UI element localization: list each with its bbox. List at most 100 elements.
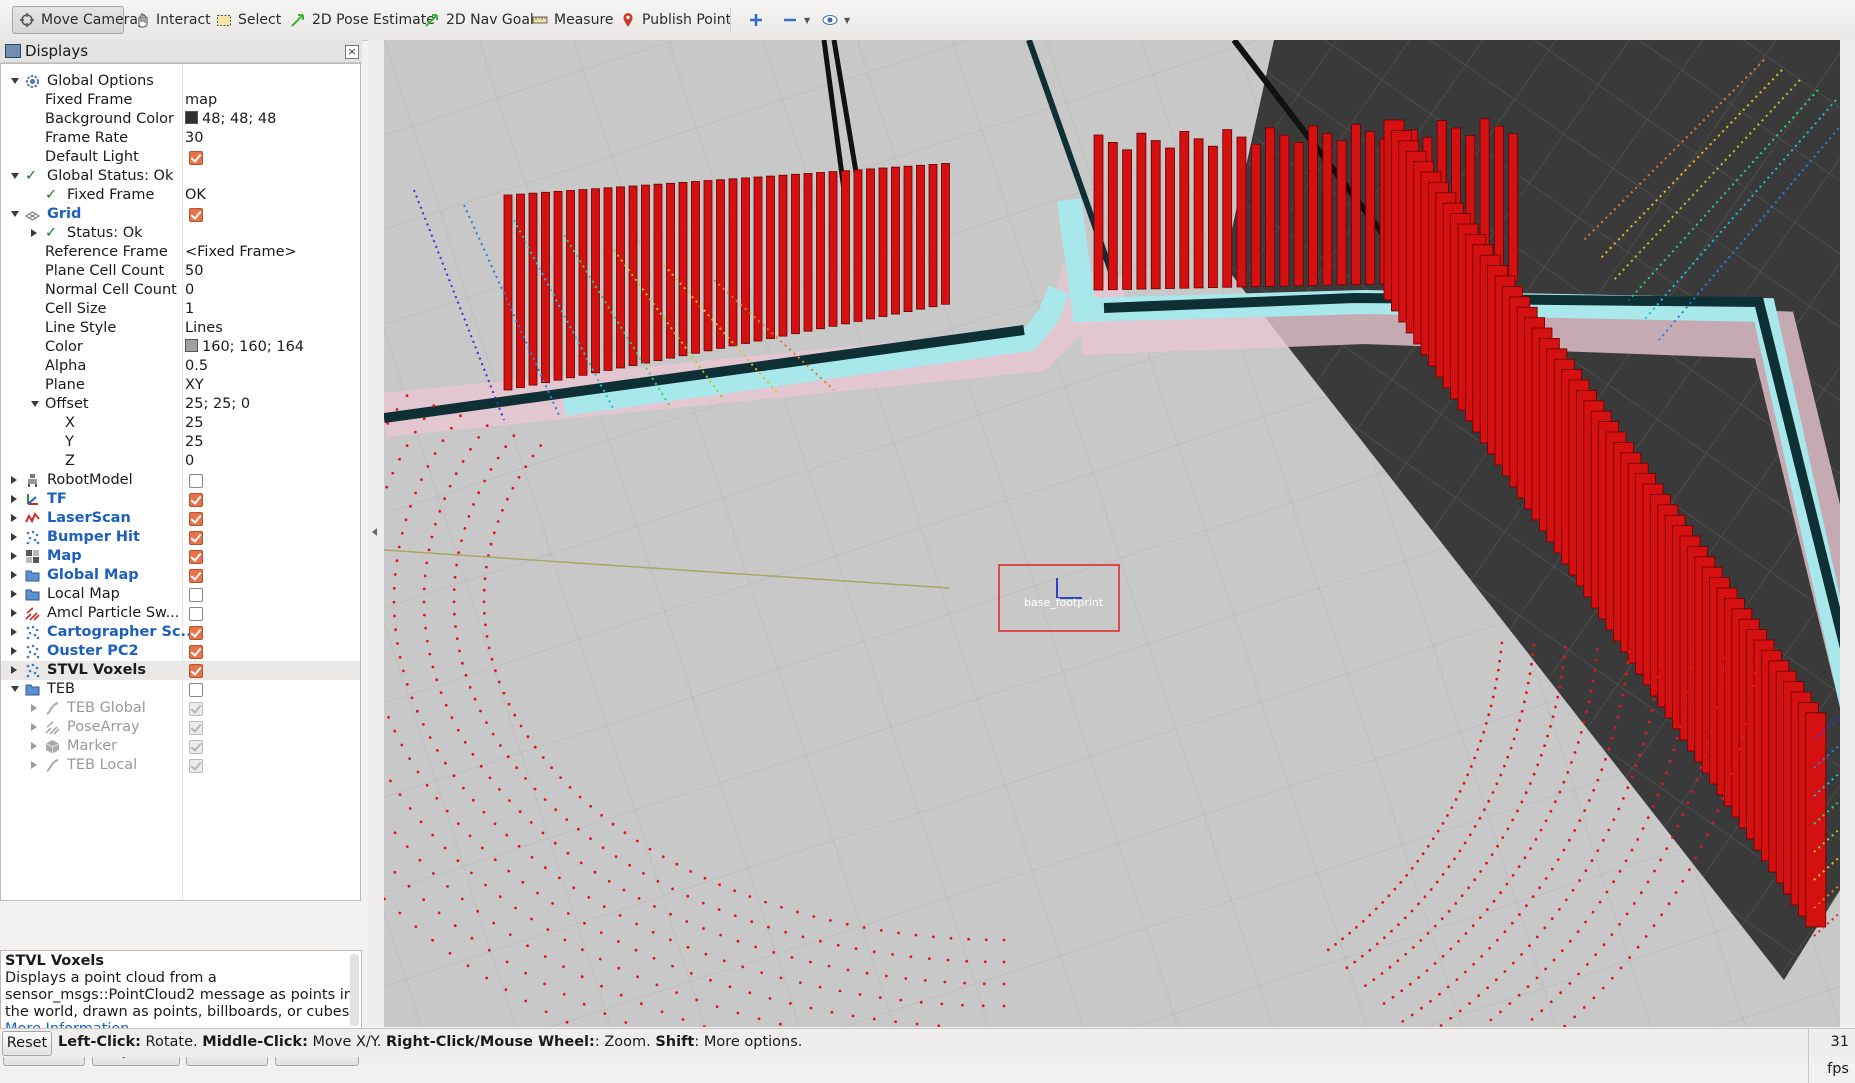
tree-row-offset-z[interactable]: Z 0 <box>1 452 360 471</box>
ouster-checkbox[interactable] <box>189 645 203 659</box>
amcl-checkbox[interactable] <box>189 607 203 621</box>
tree-row-teb[interactable]: TEB <box>1 680 360 699</box>
tree-value[interactable]: 48; 48; 48 <box>185 110 276 129</box>
expand-arrow-icon[interactable] <box>11 686 19 692</box>
default-light-checkbox[interactable] <box>189 151 203 165</box>
tree-row-robotmodel[interactable]: RobotModel <box>1 471 360 490</box>
tree-row-tf[interactable]: TF <box>1 490 360 509</box>
close-icon[interactable]: × <box>345 45 359 59</box>
expand-arrow-icon[interactable] <box>31 704 37 712</box>
view-options-button[interactable]: ▼ <box>816 6 852 34</box>
expand-arrow-icon[interactable] <box>11 628 17 636</box>
tree-row-fixed-frame[interactable]: Fixed Frame map <box>1 91 360 110</box>
tree-value[interactable]: Lines <box>185 319 223 338</box>
measure-tool[interactable]: Measure <box>526 6 614 34</box>
expand-arrow-icon[interactable] <box>11 590 17 598</box>
tree-row-global-map[interactable]: Global Map <box>1 566 360 585</box>
teb-local-checkbox[interactable] <box>189 759 203 773</box>
tree-row-offset-x[interactable]: X 25 <box>1 414 360 433</box>
expand-arrow-icon[interactable] <box>11 533 17 541</box>
tree-row-offset[interactable]: Offset 25; 25; 0 <box>1 395 360 414</box>
marker-checkbox[interactable] <box>189 740 203 754</box>
expand-arrow-icon[interactable] <box>11 514 17 522</box>
tree-row-grid[interactable]: Grid <box>1 205 360 224</box>
tree-row-plane-cell-count[interactable]: Plane Cell Count 50 <box>1 262 360 281</box>
pose-estimate-tool[interactable]: 2D Pose Estimate <box>284 6 435 34</box>
tf-checkbox[interactable] <box>189 493 203 507</box>
tree-row-line-style[interactable]: Line Style Lines <box>1 319 360 338</box>
tree-row-posearray[interactable]: PoseArray <box>1 718 360 737</box>
tree-row-global-status[interactable]: ✓ Global Status: Ok <box>1 167 360 186</box>
local-map-checkbox[interactable] <box>189 588 203 602</box>
tree-value[interactable]: 30 <box>185 129 203 148</box>
tree-row-global-options[interactable]: Global Options <box>1 72 360 91</box>
bumper-hit-checkbox[interactable] <box>189 531 203 545</box>
tree-row-offset-y[interactable]: Y 25 <box>1 433 360 452</box>
tree-value[interactable]: 160; 160; 164 <box>185 338 304 357</box>
collapse-arrow-icon[interactable] <box>372 528 377 536</box>
tree-row-teb-local[interactable]: TEB Local <box>1 756 360 775</box>
tree-row-background-color[interactable]: Background Color 48; 48; 48 <box>1 110 360 129</box>
tree-row-ouster-pc2[interactable]: Ouster PC2 <box>1 642 360 661</box>
expand-arrow-icon[interactable] <box>31 723 37 731</box>
tree-value[interactable]: <Fixed Frame> <box>185 243 297 262</box>
3d-scene[interactable]: base_footprint <box>384 40 1840 1027</box>
nav-goal-tool[interactable]: 2D Nav Goal <box>418 6 534 34</box>
tree-value[interactable]: 25 <box>185 433 203 452</box>
expand-arrow-icon[interactable] <box>11 666 17 674</box>
render-viewport[interactable]: base_footprint <box>384 40 1840 1027</box>
expand-arrow-icon[interactable] <box>11 476 17 484</box>
tree-row-cell-size[interactable]: Cell Size 1 <box>1 300 360 319</box>
expand-arrow-icon[interactable] <box>31 401 39 407</box>
tree-value[interactable]: 0.5 <box>185 357 208 376</box>
tree-row-amcl-particle-swarm[interactable]: Amcl Particle Sw... <box>1 604 360 623</box>
select-tool[interactable]: Select <box>210 6 282 34</box>
tree-row-alpha[interactable]: Alpha 0.5 <box>1 357 360 376</box>
expand-arrow-icon[interactable] <box>11 173 19 179</box>
description-scrollbar[interactable] <box>350 954 359 1026</box>
expand-arrow-icon[interactable] <box>11 609 17 617</box>
tree-row-default-light[interactable]: Default Light <box>1 148 360 167</box>
move-camera-tool[interactable]: Move Camera <box>12 6 138 34</box>
tree-value[interactable]: 25 <box>185 414 203 433</box>
tree-value[interactable]: 25; 25; 0 <box>185 395 250 414</box>
expand-arrow-icon[interactable] <box>31 761 37 769</box>
teb-global-checkbox[interactable] <box>189 702 203 716</box>
expand-arrow-icon[interactable] <box>11 78 19 84</box>
tree-row-map[interactable]: Map <box>1 547 360 566</box>
global-map-checkbox[interactable] <box>189 569 203 583</box>
add-tool-button[interactable] <box>742 6 768 34</box>
tree-value[interactable]: 0 <box>185 452 194 471</box>
expand-arrow-icon[interactable] <box>11 571 17 579</box>
robotmodel-checkbox[interactable] <box>189 474 203 488</box>
tree-row-frame-rate[interactable]: Frame Rate 30 <box>1 129 360 148</box>
tree-value[interactable]: XY <box>185 376 204 395</box>
tree-row-marker[interactable]: Marker <box>1 737 360 756</box>
expand-arrow-icon[interactable] <box>11 495 17 503</box>
tree-row-local-map[interactable]: Local Map <box>1 585 360 604</box>
tree-row-teb-global[interactable]: TEB Global <box>1 699 360 718</box>
expand-arrow-icon[interactable] <box>31 742 37 750</box>
reset-button[interactable]: Reset <box>2 1031 52 1056</box>
tree-value[interactable]: 0 <box>185 281 194 300</box>
tree-row-plane[interactable]: Plane XY <box>1 376 360 395</box>
cartographer-checkbox[interactable] <box>189 626 203 640</box>
grid-checkbox[interactable] <box>189 208 203 222</box>
tree-value[interactable]: map <box>185 91 217 110</box>
tree-row-color[interactable]: Color 160; 160; 164 <box>1 338 360 357</box>
laserscan-checkbox[interactable] <box>189 512 203 526</box>
tree-row-laserscan[interactable]: LaserScan <box>1 509 360 528</box>
tree-value[interactable]: 1 <box>185 300 194 319</box>
map-checkbox[interactable] <box>189 550 203 564</box>
tree-value[interactable]: 50 <box>185 262 203 281</box>
tree-row-stvl-voxels[interactable]: STVL Voxels <box>1 661 360 680</box>
expand-arrow-icon[interactable] <box>31 229 37 237</box>
tree-row-bumper-hit[interactable]: Bumper Hit <box>1 528 360 547</box>
tree-row-status-fixed-frame[interactable]: ✓ Fixed Frame OK <box>1 186 360 205</box>
expand-arrow-icon[interactable] <box>11 552 17 560</box>
remove-tool-button[interactable]: ▼ <box>776 6 810 34</box>
expand-arrow-icon[interactable] <box>11 211 19 217</box>
posearray-checkbox[interactable] <box>189 721 203 735</box>
teb-checkbox[interactable] <box>189 683 203 697</box>
tree-row-grid-status[interactable]: ✓ Status: Ok <box>1 224 360 243</box>
